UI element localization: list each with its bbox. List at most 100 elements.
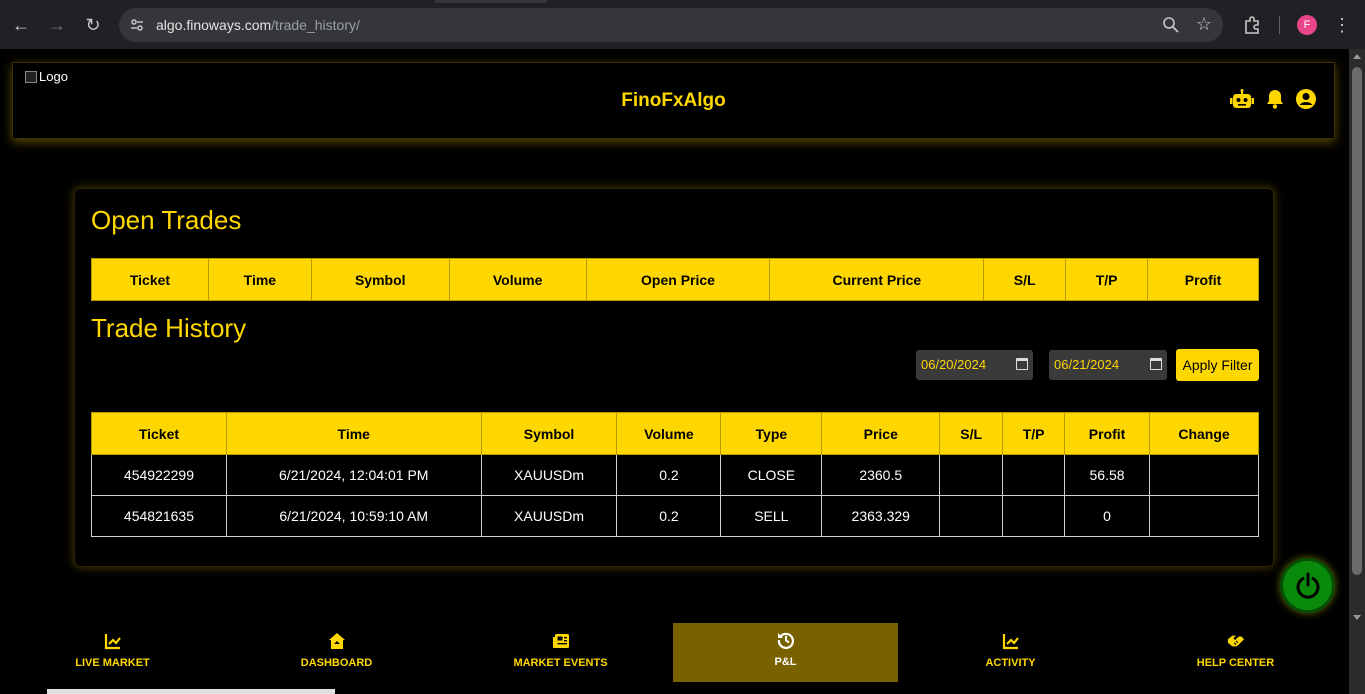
- nav-label: MARKET EVENTS: [513, 657, 608, 669]
- column-header[interactable]: Symbol: [310, 258, 450, 301]
- broken-image-icon: [25, 70, 37, 83]
- brand-title: FinoFxAlgo: [621, 90, 726, 111]
- nav-label: DASHBOARD: [300, 657, 373, 669]
- column-header[interactable]: Ticket: [91, 258, 209, 301]
- forward-icon[interactable]: →: [44, 12, 70, 38]
- column-header[interactable]: Change: [1149, 412, 1259, 455]
- address-bar[interactable]: algo.finoways.com/trade_history/ ☆: [119, 8, 1223, 42]
- sl-cell: [939, 454, 1004, 496]
- to-date-input[interactable]: 06/21/2024: [1049, 350, 1167, 380]
- nav-label: ACTIVITY: [985, 657, 1036, 669]
- column-header[interactable]: Price: [821, 412, 941, 455]
- change-cell: [1149, 454, 1259, 496]
- vertical-scrollbar[interactable]: [1349, 49, 1365, 694]
- scrollbar-thumb[interactable]: [1352, 67, 1362, 575]
- column-header[interactable]: Profit: [1147, 258, 1259, 301]
- zoom-icon[interactable]: [1162, 16, 1180, 34]
- apply-filter-button[interactable]: Apply Filter: [1176, 349, 1259, 381]
- app-header: Logo FinoFxAlgo: [12, 62, 1335, 139]
- column-header[interactable]: Profit: [1064, 412, 1150, 455]
- time-cell: 6/21/2024, 12:04:01 PM: [225, 454, 482, 496]
- time-cell: 6/21/2024, 10:59:10 AM: [225, 495, 482, 537]
- column-header[interactable]: Type: [720, 412, 823, 455]
- trades-card: Open Trades Ticket Time Symbol Volume Op…: [74, 188, 1274, 567]
- trade-history-header-row: Ticket Time Symbol Volume Type Price S/L…: [91, 412, 1259, 455]
- column-header[interactable]: S/L: [983, 258, 1067, 301]
- from-date-value: 06/20/2024: [921, 357, 987, 372]
- bottom-nav: LIVE MARKET DASHBOARD MARKET EVENTS P&L: [0, 623, 1349, 683]
- profile-avatar[interactable]: F: [1297, 15, 1317, 35]
- sl-cell: [939, 495, 1004, 537]
- open-trades-table: Ticket Time Symbol Volume Open Price Cur…: [91, 258, 1259, 301]
- newspaper-icon: [552, 634, 569, 648]
- chart-line-icon: [1002, 634, 1019, 650]
- nav-market-events[interactable]: MARKET EVENTS: [448, 623, 673, 682]
- type-cell: CLOSE: [720, 454, 823, 496]
- scroll-up-icon[interactable]: [1353, 54, 1361, 59]
- url-text: algo.finoways.com/trade_history/: [156, 17, 360, 33]
- home-icon: [328, 633, 345, 649]
- column-header[interactable]: Time: [225, 412, 482, 455]
- table-row[interactable]: 454922299 6/21/2024, 12:04:01 PM XAUUSDm…: [91, 454, 1259, 496]
- active-tab-indicator: [435, 0, 547, 3]
- nav-activity[interactable]: ACTIVITY: [898, 623, 1123, 682]
- robot-icon[interactable]: [1230, 89, 1254, 109]
- history-icon: [777, 632, 794, 649]
- chart-line-icon: [104, 634, 121, 650]
- price-cell: 2360.5: [821, 454, 941, 496]
- column-header[interactable]: Ticket: [91, 412, 227, 455]
- nav-help-center[interactable]: HELP CENTER: [1123, 623, 1348, 682]
- user-circle-icon[interactable]: [1296, 89, 1316, 109]
- nav-label: HELP CENTER: [1196, 657, 1275, 669]
- nav-dashboard[interactable]: DASHBOARD: [224, 623, 449, 682]
- toolbar-divider: [1279, 16, 1280, 34]
- open-trades-header-row: Ticket Time Symbol Volume Open Price Cur…: [91, 258, 1259, 301]
- logo-alt-text: Logo: [39, 69, 68, 84]
- price-cell: 2363.329: [821, 495, 941, 537]
- site-info-icon[interactable]: [129, 17, 145, 33]
- column-header[interactable]: Open Price: [585, 258, 771, 301]
- nav-label: LIVE MARKET: [75, 657, 150, 669]
- column-header[interactable]: Symbol: [480, 412, 618, 455]
- table-row[interactable]: 454821635 6/21/2024, 10:59:10 AM XAUUSDm…: [91, 495, 1259, 537]
- ticket-cell: 454922299: [91, 454, 227, 496]
- column-header[interactable]: Volume: [448, 258, 587, 301]
- change-cell: [1149, 495, 1259, 537]
- tp-cell: [1002, 495, 1066, 537]
- browser-menu-icon[interactable]: ⋮: [1333, 12, 1351, 38]
- trade-history-table: Ticket Time Symbol Volume Type Price S/L…: [91, 412, 1259, 537]
- calendar-icon[interactable]: [1150, 358, 1162, 370]
- bookmark-star-icon[interactable]: ☆: [1196, 14, 1212, 35]
- tp-cell: [1002, 454, 1066, 496]
- column-header[interactable]: S/L: [939, 412, 1004, 455]
- power-toggle-button[interactable]: [1280, 558, 1335, 613]
- symbol-cell: XAUUSDm: [480, 454, 618, 496]
- open-trades-title: Open Trades: [91, 205, 242, 235]
- reload-icon[interactable]: ↻: [80, 12, 106, 38]
- volume-cell: 0.2: [616, 495, 722, 537]
- calendar-icon[interactable]: [1016, 358, 1028, 370]
- horizontal-scrollbar-thumb[interactable]: [47, 689, 335, 694]
- scroll-down-icon[interactable]: [1353, 615, 1361, 620]
- profit-cell: 0: [1064, 495, 1150, 537]
- back-icon[interactable]: ←: [8, 12, 34, 38]
- nav-label: P&L: [774, 656, 797, 668]
- extensions-icon[interactable]: [1243, 15, 1263, 35]
- logo[interactable]: Logo: [25, 69, 68, 84]
- type-cell: SELL: [720, 495, 823, 537]
- header-actions: [1230, 89, 1316, 109]
- column-header[interactable]: Time: [207, 258, 312, 301]
- column-header[interactable]: T/P: [1002, 412, 1066, 455]
- handshake-icon: [1227, 635, 1244, 647]
- column-header[interactable]: T/P: [1065, 258, 1149, 301]
- volume-cell: 0.2: [616, 454, 722, 496]
- bell-icon[interactable]: [1266, 89, 1284, 109]
- ticket-cell: 454821635: [91, 495, 227, 537]
- nav-pnl[interactable]: P&L: [673, 623, 898, 682]
- nav-live-market[interactable]: LIVE MARKET: [0, 623, 225, 682]
- column-header[interactable]: Volume: [616, 412, 722, 455]
- column-header[interactable]: Current Price: [769, 258, 985, 301]
- profit-cell: 56.58: [1064, 454, 1150, 496]
- browser-chrome: ← → ↻ algo.finoways.com/trade_history/ ☆…: [0, 0, 1365, 49]
- from-date-input[interactable]: 06/20/2024: [916, 350, 1033, 380]
